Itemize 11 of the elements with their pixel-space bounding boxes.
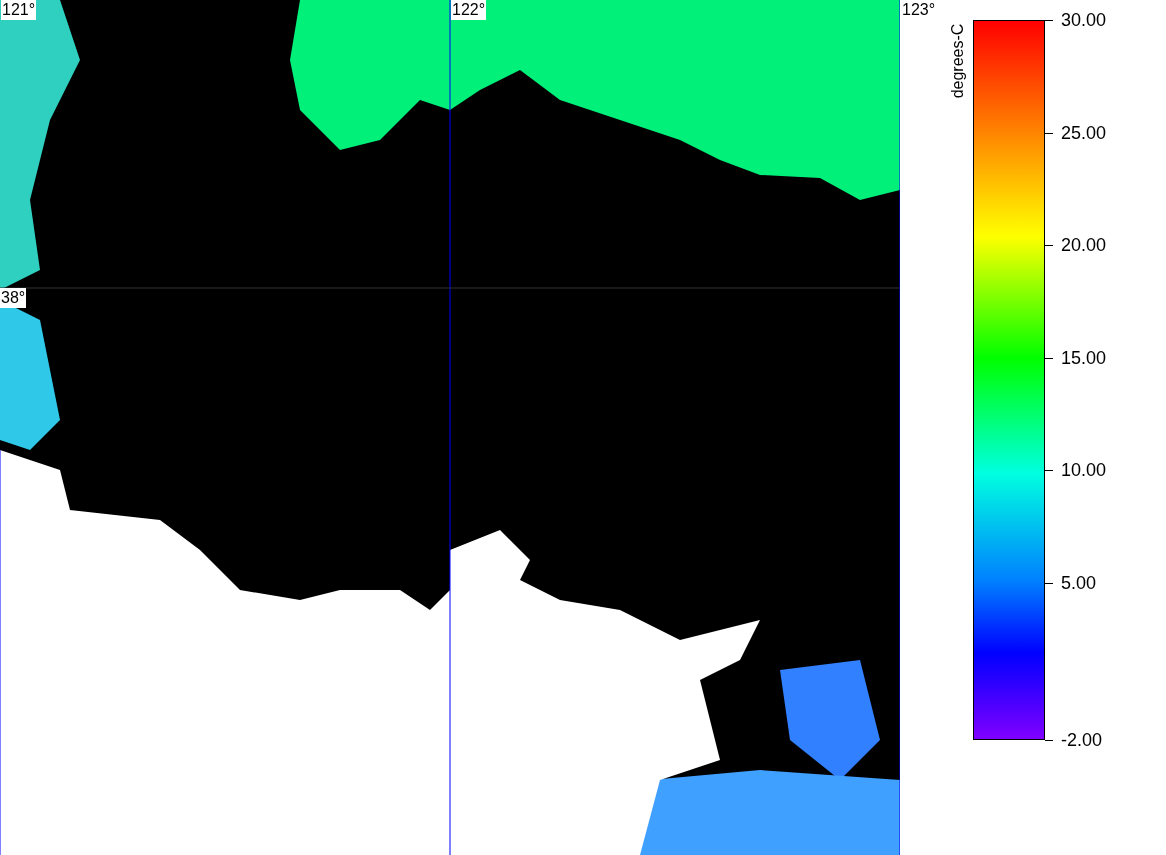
colorbar-title: degrees-C bbox=[948, 23, 967, 99]
longitude-label: 122° bbox=[451, 0, 487, 20]
latitude-label: 38° bbox=[0, 288, 27, 308]
longitude-label: 121° bbox=[1, 0, 37, 20]
colorbar-tick-label: 10.00 bbox=[1061, 460, 1107, 480]
colorbar-tick-label: 20.00 bbox=[1061, 235, 1107, 255]
colorbar-tick-label: 5.00 bbox=[1061, 572, 1097, 593]
colorbar-tick-label: 30.00 bbox=[1061, 10, 1107, 30]
colorbar-tick-label: 15.00 bbox=[1061, 347, 1107, 368]
colorbar-tick-label: 25.00 bbox=[1061, 122, 1107, 143]
colorbar-tick-label: -2.00 bbox=[1061, 730, 1103, 750]
